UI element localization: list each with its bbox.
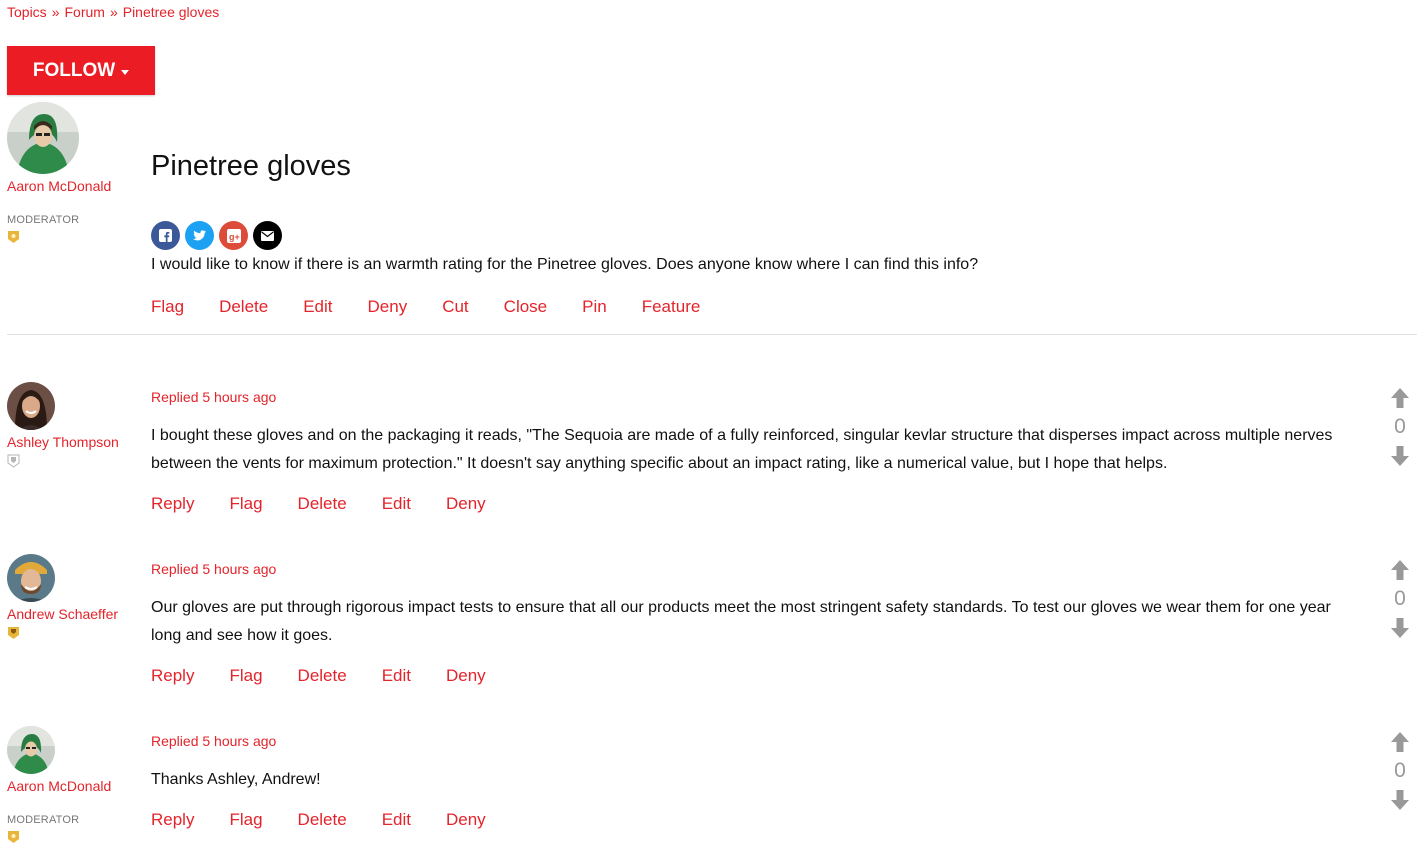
divider xyxy=(7,334,1417,335)
cut-link[interactable]: Cut xyxy=(442,297,468,317)
topic-body: I would like to know if there is an warm… xyxy=(151,256,979,273)
page-title: Pinetree gloves xyxy=(151,150,351,182)
vote-count: 0 xyxy=(1394,759,1406,782)
vote-count: 0 xyxy=(1394,415,1406,438)
reply-link[interactable]: Reply xyxy=(151,494,194,514)
edit-link[interactable]: Edit xyxy=(303,297,332,317)
avatar[interactable] xyxy=(7,382,55,430)
deny-link[interactable]: Deny xyxy=(446,666,486,686)
share-buttons: g+ xyxy=(151,221,282,250)
vote-widget: 0 xyxy=(1388,388,1412,466)
avatar[interactable] xyxy=(7,726,55,774)
role-label: MODERATOR xyxy=(7,814,80,826)
breadcrumb-separator: » xyxy=(109,4,118,20)
reply-link[interactable]: Reply xyxy=(151,666,194,686)
reply-link[interactable]: Reply xyxy=(151,810,194,830)
avatar[interactable] xyxy=(7,554,55,602)
pin-link[interactable]: Pin xyxy=(582,297,607,317)
downvote-arrow-icon[interactable] xyxy=(1391,790,1409,810)
downvote-arrow-icon[interactable] xyxy=(1391,446,1409,466)
caret-down-icon xyxy=(121,69,130,75)
moderator-badge-icon xyxy=(8,831,19,843)
reply-timestamp: Replied 5 hours ago xyxy=(151,733,277,749)
topic-actions: Flag Delete Edit Deny Cut Close Pin Feat… xyxy=(151,297,735,317)
delete-link[interactable]: Delete xyxy=(298,666,347,686)
reply-body: Thanks Ashley, Andrew! xyxy=(151,771,321,788)
deny-link[interactable]: Deny xyxy=(368,297,408,317)
flag-link[interactable]: Flag xyxy=(151,297,184,317)
reply-actions: Reply Flag Delete Edit Deny xyxy=(151,666,521,686)
facebook-icon[interactable] xyxy=(151,221,180,250)
follow-button[interactable]: FOLLOW xyxy=(7,46,155,95)
upvote-arrow-icon[interactable] xyxy=(1391,560,1409,580)
upvote-arrow-icon[interactable] xyxy=(1391,732,1409,752)
reply-author: Ashley Thompson xyxy=(7,382,119,468)
reply-timestamp: Replied 5 hours ago xyxy=(151,561,277,577)
reply-body: Our gloves are put through rigorous impa… xyxy=(151,599,1331,644)
edit-link[interactable]: Edit xyxy=(382,810,411,830)
svg-text:g+: g+ xyxy=(229,232,240,242)
reply-actions: Reply Flag Delete Edit Deny xyxy=(151,494,521,514)
author-name[interactable]: Ashley Thompson xyxy=(7,434,119,450)
email-icon[interactable] xyxy=(253,221,282,250)
delete-link[interactable]: Delete xyxy=(298,810,347,830)
delete-link[interactable]: Delete xyxy=(219,297,268,317)
deny-link[interactable]: Deny xyxy=(446,810,486,830)
google-plus-icon[interactable]: g+ xyxy=(219,221,248,250)
reply-timestamp: Replied 5 hours ago xyxy=(151,389,277,405)
topic-author: Aaron McDonald MODERATOR xyxy=(7,102,111,244)
delete-link[interactable]: Delete xyxy=(298,494,347,514)
expert-badge-icon xyxy=(8,627,19,639)
author-name[interactable]: Aaron McDonald xyxy=(7,778,111,794)
vote-widget: 0 xyxy=(1388,732,1412,810)
follow-button-label: FOLLOW xyxy=(32,59,116,81)
downvote-arrow-icon[interactable] xyxy=(1391,618,1409,638)
vote-widget: 0 xyxy=(1388,560,1412,638)
flag-link[interactable]: Flag xyxy=(229,494,262,514)
breadcrumb-current-link[interactable]: Pinetree gloves xyxy=(123,4,220,20)
breadcrumb-topics-link[interactable]: Topics xyxy=(7,4,47,20)
twitter-icon[interactable] xyxy=(185,221,214,250)
breadcrumb: Topics» Forum» Pinetree gloves xyxy=(7,4,219,20)
upvote-arrow-icon[interactable] xyxy=(1391,388,1409,408)
reply-author: Andrew Schaeffer xyxy=(7,554,118,640)
flag-link[interactable]: Flag xyxy=(229,810,262,830)
breadcrumb-forum-link[interactable]: Forum xyxy=(64,4,104,20)
feature-link[interactable]: Feature xyxy=(642,297,701,317)
deny-link[interactable]: Deny xyxy=(446,494,486,514)
role-label: MODERATOR xyxy=(7,214,80,226)
edit-link[interactable]: Edit xyxy=(382,666,411,686)
member-badge-icon xyxy=(7,454,20,468)
vote-count: 0 xyxy=(1394,587,1406,610)
author-name[interactable]: Andrew Schaeffer xyxy=(7,606,118,622)
edit-link[interactable]: Edit xyxy=(382,494,411,514)
breadcrumb-separator: » xyxy=(51,4,60,20)
author-name[interactable]: Aaron McDonald xyxy=(7,178,111,194)
avatar[interactable] xyxy=(7,102,79,174)
moderator-badge-icon xyxy=(8,231,19,243)
reply-actions: Reply Flag Delete Edit Deny xyxy=(151,810,521,830)
reply-body: I bought these gloves and on the packagi… xyxy=(151,427,1333,472)
close-link[interactable]: Close xyxy=(504,297,547,317)
flag-link[interactable]: Flag xyxy=(229,666,262,686)
reply-author: Aaron McDonald MODERATOR xyxy=(7,726,111,844)
